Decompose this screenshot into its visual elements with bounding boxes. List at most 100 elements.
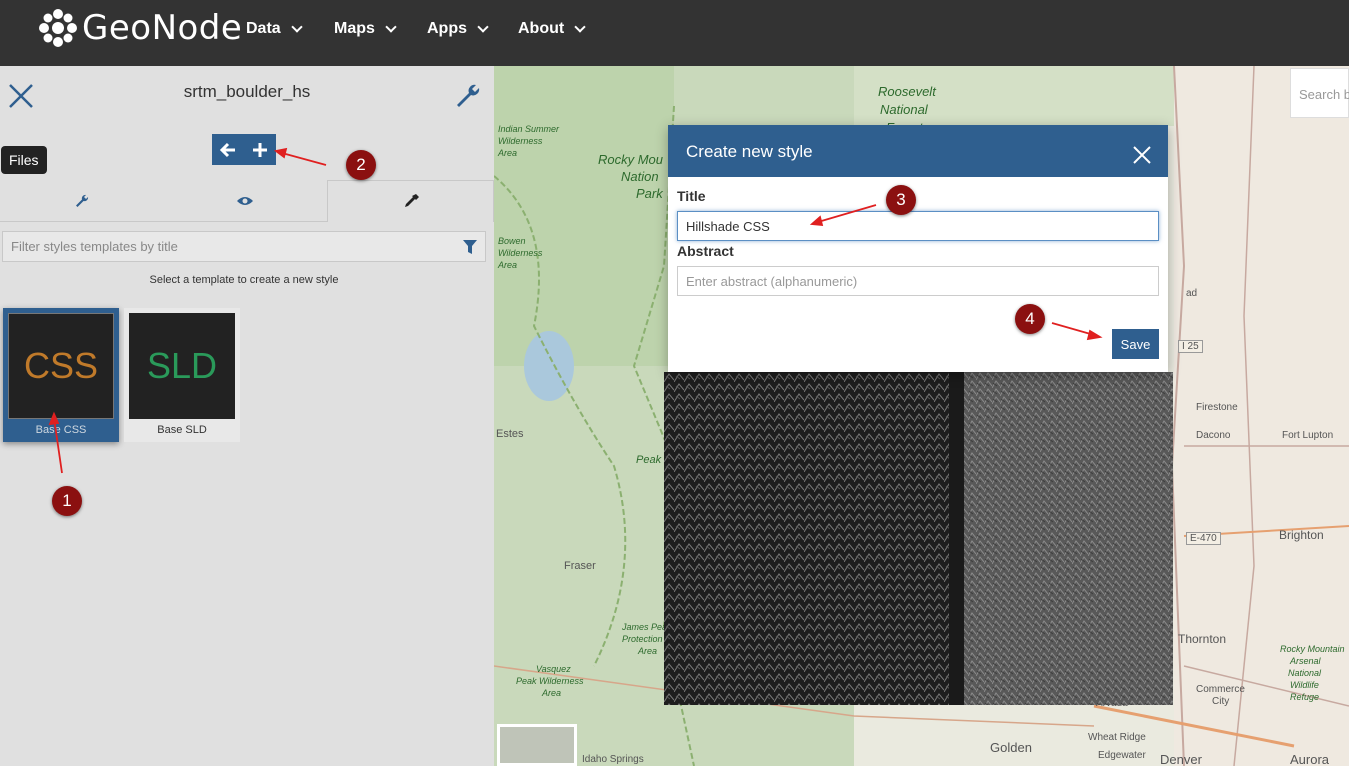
arrow-left-icon [219, 142, 235, 157]
map-label: Nation [621, 169, 659, 184]
map-label: Commerce [1196, 684, 1245, 695]
template-thumbnail: SLD [129, 313, 235, 419]
template-filter-input[interactable]: Filter styles templates by title [2, 231, 486, 262]
nav-about-label: About [518, 20, 565, 37]
create-style-dialog: Create new style Title Abstract Save [668, 125, 1168, 372]
plus-icon [253, 142, 267, 157]
filter-placeholder: Filter styles templates by title [11, 239, 178, 254]
map-label: Dacono [1196, 430, 1231, 441]
map-label: Protection [622, 634, 663, 644]
map-label: Wheat Ridge [1088, 732, 1146, 743]
map-label: Area [542, 688, 562, 698]
overview-map[interactable] [497, 724, 577, 766]
map-label: Area [638, 646, 658, 656]
filter-icon[interactable] [463, 240, 477, 255]
map-label: Brighton [1279, 528, 1324, 542]
chevron-down-icon [574, 20, 586, 33]
map-label: Wilderness [498, 136, 543, 146]
files-tooltip: Files [1, 146, 47, 174]
template-label: Base CSS [35, 424, 87, 436]
map-label: Fraser [564, 560, 596, 572]
map-label: ad [1186, 288, 1198, 299]
map-label: Wilderness [498, 248, 543, 258]
map-label: Indian Summer [498, 124, 560, 134]
template-thumbnail: CSS [8, 313, 114, 419]
map-label: Rocky Mountain [1280, 644, 1345, 654]
step-marker-2: 2 [346, 150, 376, 180]
map-label: National [880, 102, 928, 117]
close-icon[interactable] [1132, 145, 1152, 165]
map-label: Vasquez [536, 664, 571, 674]
dialog-header: Create new style [668, 125, 1168, 177]
map-search-box[interactable]: Search b [1290, 68, 1349, 118]
title-label: Title [677, 188, 706, 204]
map-label: Fort Lupton [1282, 430, 1334, 441]
abstract-input[interactable] [677, 266, 1159, 296]
dialog-title: Create new style [686, 142, 813, 161]
template-thumb-text: CSS [23, 345, 99, 386]
template-label: Base SLD [157, 424, 207, 436]
map-label: Park [636, 186, 663, 201]
back-button[interactable] [212, 134, 244, 165]
map-label: Area [498, 148, 518, 158]
template-card-base-css[interactable]: CSS Base CSS [3, 308, 119, 442]
nav-apps-label: Apps [427, 20, 467, 37]
map-label: Refuge [1290, 692, 1320, 702]
map-label: E-470 [1186, 532, 1221, 545]
style-toolbar [212, 134, 276, 165]
map-label: Rocky Mou [598, 152, 664, 167]
map-label: I 25 [1178, 340, 1203, 353]
hillshade-layer [664, 372, 1173, 705]
nav-data[interactable]: Data [246, 20, 303, 38]
nav-apps[interactable]: Apps [427, 20, 489, 38]
map-label: Peak Wilderness [516, 676, 584, 686]
map-label: Peak [636, 454, 662, 466]
wrench-icon [75, 194, 88, 207]
chevron-down-icon [291, 20, 303, 33]
abstract-label: Abstract [677, 243, 734, 259]
map-label: Idaho Springs [582, 754, 644, 765]
chevron-down-icon [477, 20, 489, 33]
map-label: City [1212, 696, 1230, 707]
map-label: Golden [990, 740, 1032, 755]
template-thumb-text: SLD [146, 345, 218, 386]
map-label: Wildlife [1290, 680, 1319, 690]
map-label: Denver [1160, 752, 1202, 766]
brand-name: GeoNode [82, 8, 243, 48]
geonode-logo[interactable]: GeoNode [38, 6, 242, 50]
style-tabs [0, 180, 494, 222]
save-button[interactable]: Save [1112, 329, 1159, 359]
top-navbar: GeoNode Data Maps Apps About [0, 0, 1349, 66]
nav-maps-label: Maps [334, 20, 375, 37]
hillshade-raster [664, 372, 1173, 705]
eye-icon [237, 196, 253, 205]
map-label: Thornton [1178, 632, 1227, 646]
title-input[interactable] [677, 211, 1159, 241]
layer-title: srtm_boulder_hs [183, 82, 311, 101]
map-label: Firestone [1196, 402, 1238, 413]
map-label: Edgewater [1098, 750, 1146, 761]
add-style-button[interactable] [244, 134, 276, 165]
nav-maps[interactable]: Maps [334, 20, 397, 38]
eyedropper-icon [404, 193, 419, 207]
map-label: Arsenal [1290, 656, 1321, 666]
tab-preview[interactable] [163, 180, 327, 222]
style-editor-panel: srtm_boulder_hs Files Filter styles temp… [0, 66, 494, 766]
nav-about[interactable]: About [518, 20, 586, 38]
template-card-base-sld[interactable]: SLD Base SLD [124, 308, 240, 442]
wrench-icon[interactable] [454, 82, 482, 110]
step-marker-1: 1 [52, 486, 82, 516]
geonode-flower-icon [39, 9, 77, 47]
map-label: Roosevelt [878, 84, 936, 99]
nav-data-label: Data [246, 20, 281, 37]
tab-style-editor[interactable] [327, 180, 494, 222]
map-label: Aurora [1290, 752, 1330, 766]
map-label: Area [498, 260, 518, 270]
template-hint: Select a template to create a new style [149, 274, 339, 286]
map-search-placeholder: Search b [1299, 87, 1349, 102]
step-marker-3: 3 [886, 185, 916, 215]
tab-properties[interactable] [0, 180, 163, 222]
chevron-down-icon [385, 20, 397, 33]
map-label: Estes [496, 428, 524, 440]
map-label: Bowen [498, 236, 526, 246]
